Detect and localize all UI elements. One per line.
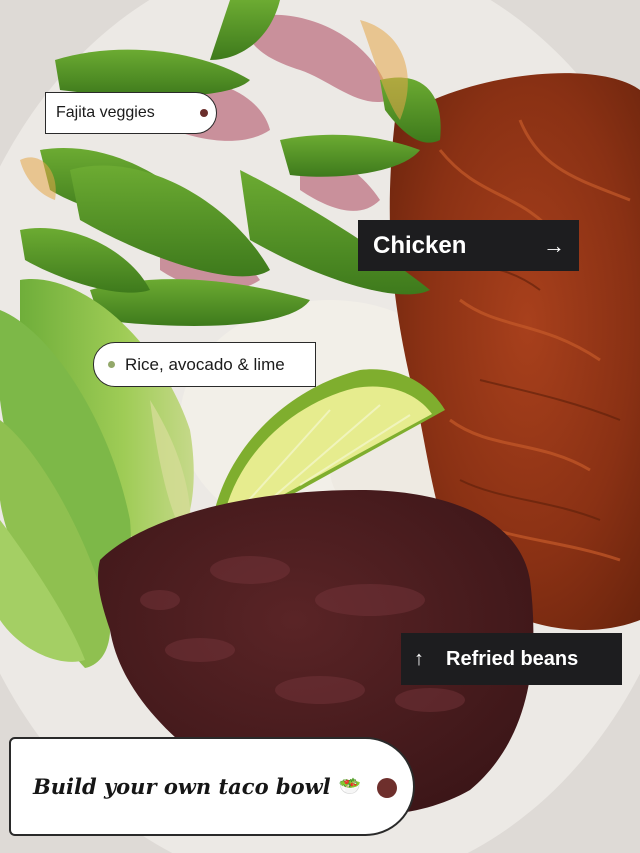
chicken-label: Chicken — [373, 231, 467, 259]
rice-avocado-lime-label: Rice, avocado & lime — [125, 354, 285, 374]
tag-dot-icon — [108, 361, 115, 368]
fajita-veggies-label: Fajita veggies — [56, 104, 155, 121]
refried-beans-label: Refried beans — [446, 647, 579, 670]
tag-dot-icon — [377, 778, 397, 798]
chicken-tag[interactable]: Chicken → — [358, 220, 579, 271]
arrow-right-icon: → — [543, 232, 565, 258]
fajita-veggies-tag: Fajita veggies — [45, 92, 217, 134]
bowl-icon: 🥗 — [338, 776, 362, 797]
arrow-up-icon: ↑ — [414, 647, 424, 670]
title-tag: Build your own taco bowl 🥗 — [9, 737, 415, 836]
refried-beans-tag[interactable]: ↑ Refried beans — [401, 633, 622, 685]
tag-dot-icon — [200, 109, 208, 117]
rice-avocado-lime-tag: Rice, avocado & lime — [93, 342, 316, 387]
title-text: Build your own taco bowl — [33, 774, 331, 799]
